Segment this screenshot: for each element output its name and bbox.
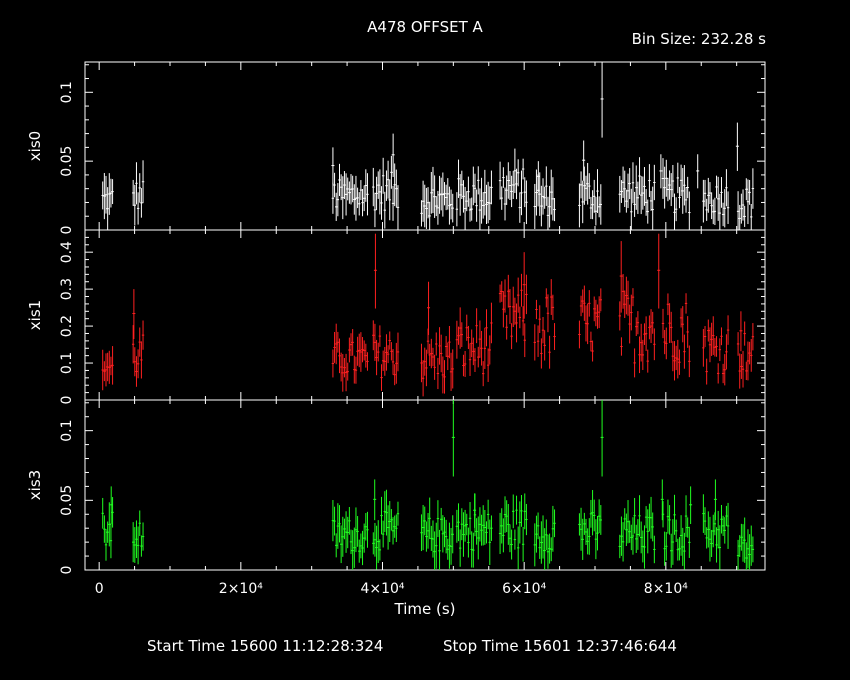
stop-time: Stop Time 15601 12:37:46:644 [443, 637, 677, 655]
y-tick-label-xis1: 0.2 [59, 315, 75, 337]
y-tick-label-xis3: 0.05 [59, 485, 75, 516]
x-tick-label: 0 [95, 581, 104, 597]
y-tick-label-xis0: 0.05 [59, 146, 75, 177]
series-xis1 [101, 233, 755, 397]
y-tick-label-xis1: 0.3 [59, 278, 75, 300]
y-tick-label-xis3: 0 [59, 566, 75, 575]
series-xis0 [101, 62, 755, 230]
y-tick-label-xis0: 0 [59, 226, 75, 235]
x-tick-label: 4×10⁴ [360, 581, 404, 597]
y-tick-label-xis1: 0.4 [59, 241, 75, 263]
x-axis-label: Time (s) [394, 600, 456, 618]
y-axis-label-xis1: xis1 [26, 300, 44, 330]
y-tick-label-xis0: 0.1 [59, 81, 75, 103]
y-tick-label-xis3: 0.1 [59, 420, 75, 442]
x-tick-label: 8×10⁴ [644, 581, 688, 597]
x-tick-label: 6×10⁴ [502, 581, 546, 597]
y-axis-label-xis0: xis0 [26, 131, 44, 161]
start-time: Start Time 15600 11:12:28:324 [147, 637, 384, 655]
lightcurve-figure: A478 OFFSET A Bin Size: 232.28 s 0 0.05 0.… [0, 0, 850, 680]
y-axis-label-xis3: xis3 [26, 470, 44, 500]
y-tick-label-xis1: 0.1 [59, 352, 75, 374]
panel-frame-xis3 [84, 399, 766, 571]
y-tick-label-xis1: 0 [59, 396, 75, 405]
lightcurve-plot: 0 0.05 0.1 xis0 0 0.1 0.2 0.3 0.4 xis1 0 0.05 0.1 xis… [26, 61, 766, 618]
series-xis3 [101, 400, 755, 570]
x-tick-label: 2×10⁴ [219, 581, 263, 597]
